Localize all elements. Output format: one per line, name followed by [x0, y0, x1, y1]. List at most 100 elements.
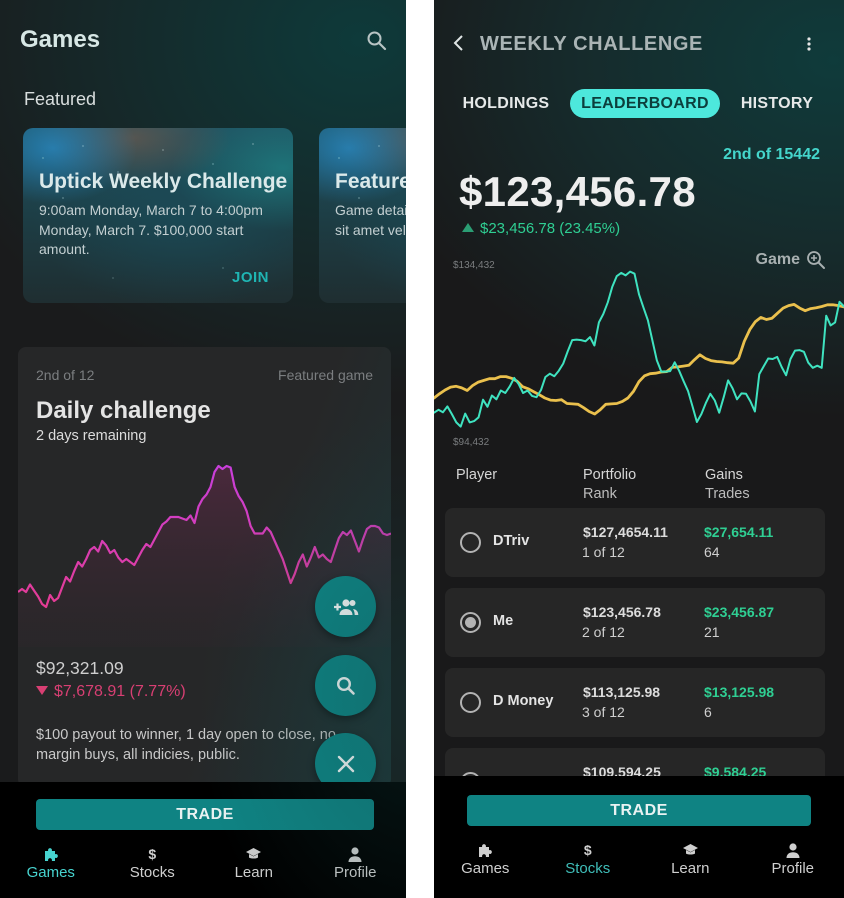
player-trades: 64: [704, 544, 720, 560]
nav-item-profile[interactable]: Profile: [305, 846, 407, 881]
bottom-bar: TRADE Games $ Stocks Learn Profile: [434, 776, 844, 898]
player-rank: 1 of 12: [582, 544, 625, 560]
nav-label: Games: [461, 860, 510, 877]
down-arrow-icon: [36, 686, 48, 695]
nav-label: Stocks: [129, 864, 175, 881]
player-rank: 3 of 12: [582, 704, 625, 720]
bottom-nav: Games $ Stocks Learn Profile: [434, 842, 844, 877]
nav-label: Learn: [234, 864, 273, 881]
graduation-cap-icon: [682, 842, 699, 858]
bottom-bar: TRADE Games $ Stocks Learn Profile: [0, 782, 406, 898]
player-name: D Money: [493, 693, 554, 709]
person-icon: [786, 842, 800, 858]
leaderboard-row[interactable]: Me $123,456.78 2 of 12 $23,456.87 21: [445, 588, 825, 657]
dollar-icon: $: [583, 842, 592, 858]
weekly-challenge-screen: WEEKLY CHALLENGE HOLDINGS LEADERBOARD HI…: [434, 0, 844, 898]
dollar-icon: $: [148, 846, 157, 862]
graduation-cap-icon: [245, 846, 262, 862]
player-trades: 6: [704, 704, 712, 720]
y-axis-min-label: $94,432: [453, 437, 490, 448]
chevron-left-icon: [453, 35, 463, 51]
zoom-in-icon: [807, 251, 825, 269]
player-gains: $23,456.87: [704, 604, 775, 620]
person-icon: [348, 846, 362, 862]
player-rank: 2 of 12: [582, 624, 625, 640]
add-group-fab[interactable]: [315, 576, 376, 637]
y-axis-max-label: $134,432: [453, 260, 495, 271]
column-header-portfolio: Portfolio Rank: [583, 466, 636, 504]
header-sublabel: Trades: [705, 486, 750, 502]
header-label: Gains: [705, 467, 743, 483]
column-header-gains: Gains Trades: [705, 466, 750, 504]
game-card[interactable]: 2nd of 12 Featured game Daily challenge …: [18, 347, 391, 787]
nav-item-stocks[interactable]: $ Stocks: [537, 842, 640, 877]
description-line: sit amet vel: [335, 221, 406, 238]
leaderboard-row[interactable]: D Money $113,125.98 3 of 12 $13,125.98 6: [445, 668, 825, 737]
player-trades: 21: [704, 624, 720, 640]
featured-card-description: 9:00am Monday, March 7 to 4:00pm Monday,…: [39, 202, 263, 257]
leaderboard-row[interactable]: DTriv $127,4654.11 1 of 12 $27,654.11 64: [445, 508, 825, 577]
tab-holdings[interactable]: HOLDINGS: [458, 89, 554, 118]
portfolio-change-text: $7,678.91 (7.77%): [54, 683, 186, 700]
player-gains: $13,125.98: [704, 684, 775, 700]
nav-label: Games: [26, 864, 75, 881]
tab-leaderboard[interactable]: LEADERBOARD: [570, 89, 720, 118]
search-icon: [367, 31, 387, 51]
search-icon: [336, 676, 355, 695]
nav-label: Profile: [333, 864, 377, 881]
nav-item-learn[interactable]: Learn: [639, 842, 742, 877]
up-arrow-icon: [462, 223, 474, 232]
nav-label: Profile: [771, 860, 815, 877]
leaderboard-chart: [434, 270, 844, 428]
featured-card[interactable]: Featured Game Game details lorem ipsum d…: [319, 128, 406, 303]
puzzle-icon: [43, 846, 59, 862]
rank-badge: 2nd of 15442: [723, 146, 820, 163]
nav-item-stocks[interactable]: $ Stocks: [102, 846, 204, 881]
nav-item-games[interactable]: Games: [0, 846, 102, 881]
featured-card[interactable]: Uptick Weekly Challenge 9:00am Monday, M…: [23, 128, 293, 303]
search-fab[interactable]: [315, 655, 376, 716]
game-title: Daily challenge: [36, 397, 211, 424]
range-selector[interactable]: Game: [756, 250, 826, 270]
chart-series-me: [434, 270, 844, 428]
player-portfolio: $127,4654.11: [583, 524, 668, 540]
featured-card-title: Featured Game: [335, 170, 406, 193]
game-description: $100 payout to winner, 1 day open to clo…: [36, 727, 336, 763]
portfolio-gain-text: $23,456.78 (23.45%): [480, 220, 621, 237]
featured-card-title: Uptick Weekly Challenge: [39, 170, 288, 193]
nav-item-learn[interactable]: Learn: [203, 846, 305, 881]
tab-bar: HOLDINGS LEADERBOARD HISTORY: [434, 89, 844, 118]
header-label: Player: [456, 467, 498, 483]
page-title: WEEKLY CHALLENGE: [480, 33, 703, 55]
join-button[interactable]: JOIN: [232, 269, 269, 286]
tab-history[interactable]: HISTORY: [736, 89, 818, 118]
player-gains: $27,654.11: [704, 524, 774, 540]
close-icon: [337, 755, 354, 772]
game-rank: 2nd of 12: [36, 367, 95, 383]
more-options-button[interactable]: [806, 36, 812, 52]
player-name: DTriv: [493, 533, 530, 549]
header-sublabel: Rank: [583, 486, 617, 502]
group-add-icon: [333, 598, 358, 615]
nav-label: Stocks: [565, 860, 611, 877]
search-button[interactable]: [366, 30, 388, 52]
nav-item-profile[interactable]: Profile: [742, 842, 844, 877]
featured-card-description: Game details lorem ipsum dolor sit amet …: [335, 201, 406, 240]
portfolio-gain: $23,456.78 (23.45%): [462, 220, 620, 237]
back-button[interactable]: [452, 34, 466, 52]
more-vert-icon: [807, 37, 811, 51]
puzzle-icon: [477, 842, 493, 858]
portfolio-value: $92,321.09: [36, 658, 124, 678]
portfolio-change: $7,678.91 (7.77%): [36, 683, 186, 701]
nav-label: Learn: [671, 860, 710, 877]
range-label: Game: [755, 251, 800, 268]
player-radio[interactable]: [460, 612, 481, 633]
player-radio[interactable]: [460, 532, 481, 553]
trade-button[interactable]: TRADE: [467, 795, 811, 826]
bottom-nav: Games $ Stocks Learn Profile: [0, 846, 406, 881]
trade-button[interactable]: TRADE: [36, 799, 374, 830]
player-radio[interactable]: [460, 692, 481, 713]
player-portfolio: $113,125.98: [583, 684, 661, 700]
nav-item-games[interactable]: Games: [434, 842, 537, 877]
games-screen: Games Featured Uptick Weekly Challenge 9…: [0, 0, 406, 898]
